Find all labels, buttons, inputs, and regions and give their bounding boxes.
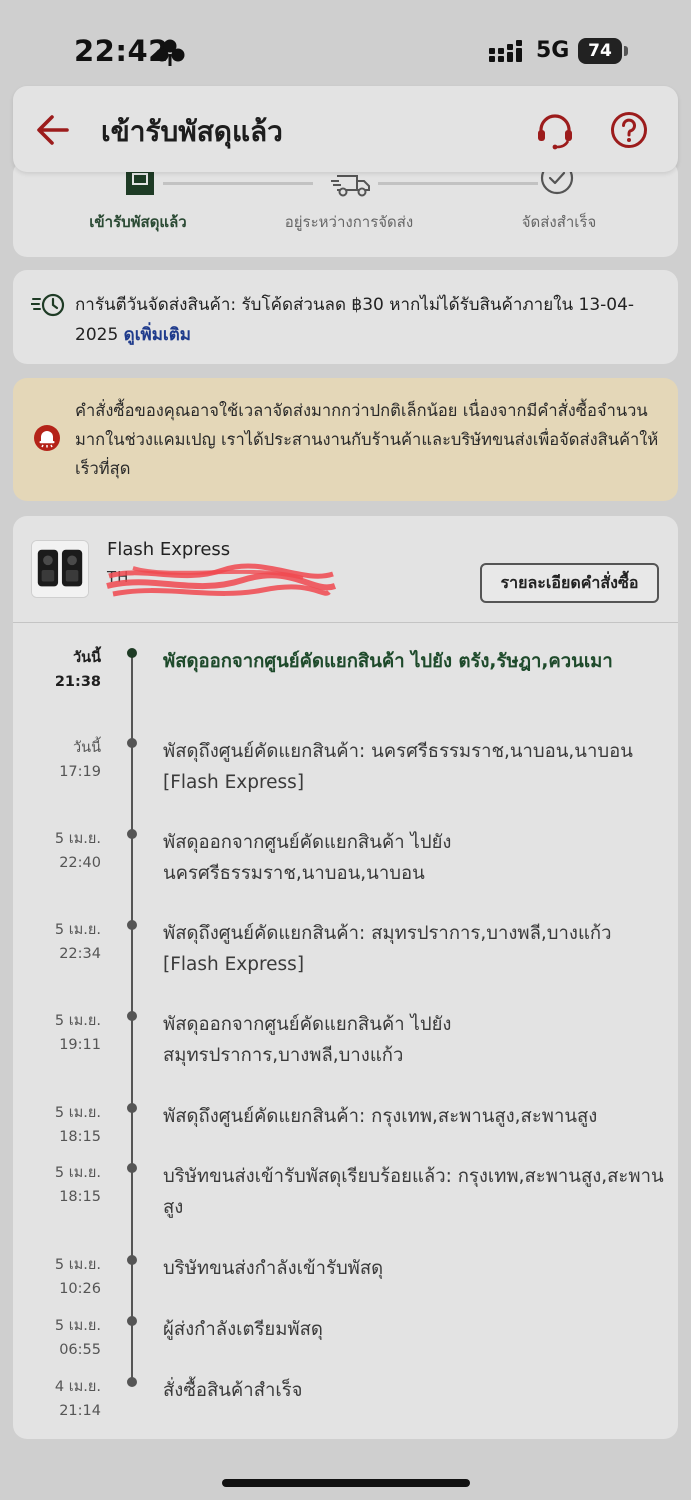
carrier-name: Flash Express <box>107 539 231 560</box>
divider <box>13 622 678 623</box>
status-bar: 22:42 5G 74 <box>0 0 691 88</box>
delivery-truck-icon <box>331 175 370 197</box>
step-label-in-transit: อยู่ระหว่างการจัดส่ง <box>284 213 414 231</box>
support-headset-icon[interactable] <box>535 110 575 150</box>
delivery-progress: เข้ารับพัสดุแล้ว อยู่ระหว่างการจัดส่ง จั… <box>13 160 678 257</box>
battery-icon: 74 <box>578 38 630 64</box>
battery-level: 74 <box>578 38 622 64</box>
network-type: 5G <box>536 38 570 63</box>
help-question-icon[interactable] <box>609 110 649 150</box>
shipment-tracking: Flash Express TH รายละเอียดคำสั่งซื้อ วั… <box>13 516 678 1439</box>
step-label-delivered: จัดส่งสำเร็จ <box>521 213 597 231</box>
redaction-scribble <box>106 563 337 597</box>
timeline-dot <box>127 829 137 839</box>
step-label-picked-up: เข้ารับพัสดุแล้ว <box>89 213 187 231</box>
timeline-dot <box>127 1163 137 1173</box>
clover-icon <box>155 39 185 66</box>
timeline-dot <box>127 1255 137 1265</box>
timeline-dot <box>127 738 137 748</box>
campaign-notice: คำสั่งซื้อของคุณอาจใช้เวลาจัดส่งมากกว่าป… <box>13 378 678 501</box>
timeline-dot <box>127 648 137 658</box>
delivery-guarantee: การันตีวันจัดส่งสินค้า: รับโค้ดส่วนลด ฿3… <box>13 270 678 364</box>
timeline-dot <box>127 1103 137 1113</box>
product-thumbnail[interactable] <box>31 540 89 598</box>
timeline-dot <box>127 1316 137 1326</box>
page-title: เข้ารับพัสดุแล้ว <box>101 115 283 148</box>
see-more-link[interactable]: ดูเพิ่มเติม <box>124 325 191 345</box>
home-indicator[interactable] <box>222 1479 470 1487</box>
timeline-dot <box>127 1011 137 1021</box>
timeline-dot <box>127 920 137 930</box>
signal-icon <box>489 40 522 62</box>
guarantee-text: การันตีวันจัดส่งสินค้า: รับโค้ดส่วนลด ฿3… <box>75 295 635 345</box>
alert-bell-icon <box>34 425 60 451</box>
timeline-dot <box>127 1377 137 1387</box>
fast-delivery-clock-icon <box>31 293 65 317</box>
notice-text: คำสั่งซื้อของคุณอาจใช้เวลาจัดส่งมากกว่าป… <box>75 401 659 478</box>
order-details-button[interactable]: รายละเอียดคำสั่งซื้อ <box>480 563 659 603</box>
back-arrow-icon[interactable] <box>33 110 73 150</box>
header-bar: เข้ารับพัสดุแล้ว <box>13 86 678 172</box>
